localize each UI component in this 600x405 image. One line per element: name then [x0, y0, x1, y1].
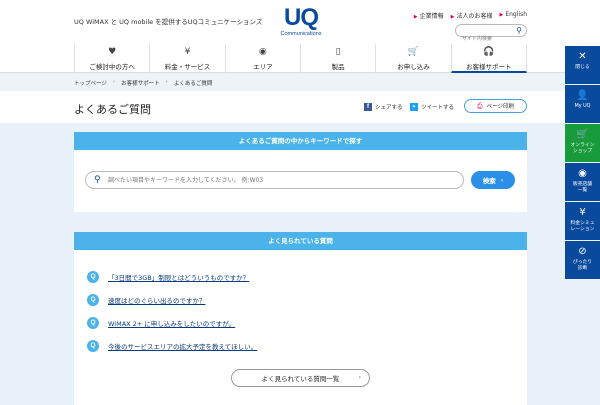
- headset-icon: 🎧: [483, 47, 495, 57]
- twitter-icon: ✦: [410, 103, 418, 111]
- side-item-5[interactable]: ⊘ ぴったり 診断: [565, 241, 600, 279]
- side-item-label: オンライン ショップ: [570, 143, 595, 154]
- question-link[interactable]: 今後のサービスエリアの拡大予定を教えてほしい。: [108, 341, 257, 351]
- search-icon[interactable]: ⚲: [516, 26, 522, 35]
- side-item-label: ぴったり 診断: [572, 260, 593, 271]
- title-bar: よくあるご質問 f シェアする ✦ ツイートする ⎙ ページ印刷: [0, 91, 600, 123]
- side-item-label: 販売店舗 一覧: [572, 182, 593, 193]
- user-icon: 👤: [576, 90, 589, 101]
- chevron-right-icon: ›: [500, 176, 504, 184]
- link-business[interactable]: ▶ 法人のお客様: [451, 11, 493, 20]
- breadcrumb: トップページ › お客様サポート › よくあるご質問: [0, 74, 600, 91]
- nav-item-0[interactable]: ♥ ご検討中の方へ: [74, 44, 149, 73]
- nav-label: お客様サポート: [466, 63, 512, 71]
- question-link[interactable]: WiMAX 2+ に申し込みをしたいのですが。: [108, 318, 235, 328]
- side-menu: ✕ 閉じる 👤 My UQ 🛒 オンライン ショップ ◉ 販売店舗 一覧 ¥ 料金シミュ レーショ…: [565, 46, 600, 280]
- logo-subtext: Communications: [280, 31, 322, 37]
- list-item: Q 速度はどのぐらい出るのですか？: [87, 293, 257, 306]
- keyword-search-input[interactable]: [108, 175, 458, 186]
- keyword-search-box: ⚲: [85, 171, 464, 189]
- side-item-label: 閉じる: [575, 65, 590, 70]
- pin-icon: ◉: [258, 47, 267, 57]
- question-list: Q 「3日間で3GB」制限とはどういうものですか？ Q 速度はどのぐらい出るのですか？…: [87, 270, 257, 362]
- list-item: Q WiMAX 2+ に申し込みをしたいのですが。: [87, 316, 257, 329]
- search-icon: ⚲: [94, 175, 101, 185]
- phone-icon: ▯: [335, 47, 341, 57]
- list-item: Q 今後のサービスエリアの拡大予定を教えてほしい。: [87, 339, 257, 352]
- site-search-input[interactable]: [462, 33, 518, 45]
- question-link[interactable]: 速度はどのぐらい出るのですか？: [108, 295, 206, 305]
- triangle-icon: ▶: [413, 14, 418, 20]
- facebook-icon: f: [364, 103, 372, 111]
- side-item-2[interactable]: 🛒 オンライン ショップ: [565, 124, 600, 162]
- nav-item-4[interactable]: 🛒 お申し込み: [375, 44, 450, 73]
- triangle-icon: ▶: [499, 12, 504, 18]
- keyword-panel-heading: よくあるご質問の中からキーワードで探す: [74, 132, 527, 150]
- link-corporate[interactable]: ▶ 企業情報: [414, 11, 444, 20]
- side-item-4[interactable]: ¥ 料金シミュ レーション: [565, 202, 600, 240]
- nav-item-2[interactable]: ◉ エリア: [224, 44, 300, 73]
- print-button[interactable]: ⎙ ページ印刷: [464, 99, 527, 113]
- yen-icon: ¥: [579, 207, 586, 218]
- breadcrumb-support[interactable]: お客様サポート: [121, 79, 160, 87]
- side-item-3[interactable]: ◉ 販売店舗 一覧: [565, 163, 600, 201]
- q-badge-icon: Q: [87, 339, 99, 352]
- nav-item-1[interactable]: ¥ 料金・サービス: [149, 44, 224, 73]
- logo-mark: UQ: [284, 4, 319, 31]
- keyword-search-panel: よくあるご質問の中からキーワードで探す ⚲ 検索 ›: [74, 132, 527, 212]
- question-link[interactable]: 「3日間で3GB」制限とはどういうものですか？: [108, 272, 249, 282]
- side-item-1[interactable]: 👤 My UQ: [565, 85, 600, 123]
- chevron-right-icon: ›: [165, 79, 168, 85]
- q-badge-icon: Q: [87, 316, 99, 329]
- keyword-search-button[interactable]: 検索 ›: [471, 171, 515, 189]
- tagline: UQ WiMAX と UQ mobile を提供するUQコミュニケーションズ: [74, 18, 263, 26]
- breadcrumb-current: よくあるご質問: [173, 81, 213, 87]
- nav-label: 料金・サービス: [164, 63, 211, 71]
- nav-item-5[interactable]: 🎧 お客様サポート: [450, 44, 527, 73]
- compass-icon: ⊘: [578, 246, 587, 257]
- page-title: よくあるご質問: [74, 103, 151, 116]
- more-questions-button[interactable]: よく見られている質問一覧 ›: [231, 369, 370, 387]
- side-item-0[interactable]: ✕ 閉じる: [565, 46, 600, 84]
- cart-icon: 🛒: [407, 47, 420, 57]
- yen-icon: ¥: [184, 47, 191, 57]
- side-item-label: My UQ: [574, 104, 591, 109]
- facebook-share-button[interactable]: f シェアする: [364, 103, 403, 111]
- link-english[interactable]: ▶ English: [499, 11, 527, 20]
- cart-icon: 🛒: [576, 129, 589, 140]
- chevron-right-icon: ›: [358, 374, 361, 381]
- nav-label: 製品: [331, 63, 345, 71]
- nav-label: お申し込み: [397, 63, 430, 71]
- site-search: ⚲: [455, 24, 527, 45]
- side-item-label: 料金シミュ レーション: [570, 221, 595, 232]
- pin-icon: ◉: [578, 168, 587, 179]
- chevron-right-icon: ›: [112, 79, 116, 85]
- breadcrumb-top[interactable]: トップページ: [74, 79, 107, 87]
- popular-panel-heading: よく見られている質問: [74, 232, 527, 250]
- close-icon: ✕: [578, 51, 587, 62]
- list-item: Q 「3日間で3GB」制限とはどういうものですか？: [87, 270, 257, 283]
- nav-item-3[interactable]: ▯ 製品: [299, 44, 375, 73]
- tweet-button[interactable]: ✦ ツイートする: [410, 103, 454, 111]
- nav-label: ご検討中の方へ: [89, 63, 135, 71]
- uq-logo[interactable]: UQ Communications: [275, 4, 327, 38]
- global-nav: ♥ ご検討中の方へ ¥ 料金・サービス ◉ エリア ▯ 製品 🛒 お申し込み 🎧 お客様サポート: [74, 44, 527, 73]
- triangle-icon: ▶: [450, 14, 455, 20]
- q-badge-icon: Q: [87, 293, 99, 306]
- q-badge-icon: Q: [87, 270, 99, 283]
- printer-icon: ⎙: [477, 101, 483, 110]
- site-header: UQ WiMAX と UQ mobile を提供するUQコミュニケーションズ U…: [0, 0, 600, 73]
- heart-icon: ♥: [108, 47, 117, 57]
- top-links: ▶ 企業情報 ▶ 法人のお客様 ▶ English: [414, 11, 527, 20]
- popular-questions-panel: よく見られている質問 Q 「3日間で3GB」制限とはどういうものですか？ Q 速度はど…: [74, 232, 527, 405]
- nav-label: エリア: [253, 63, 273, 71]
